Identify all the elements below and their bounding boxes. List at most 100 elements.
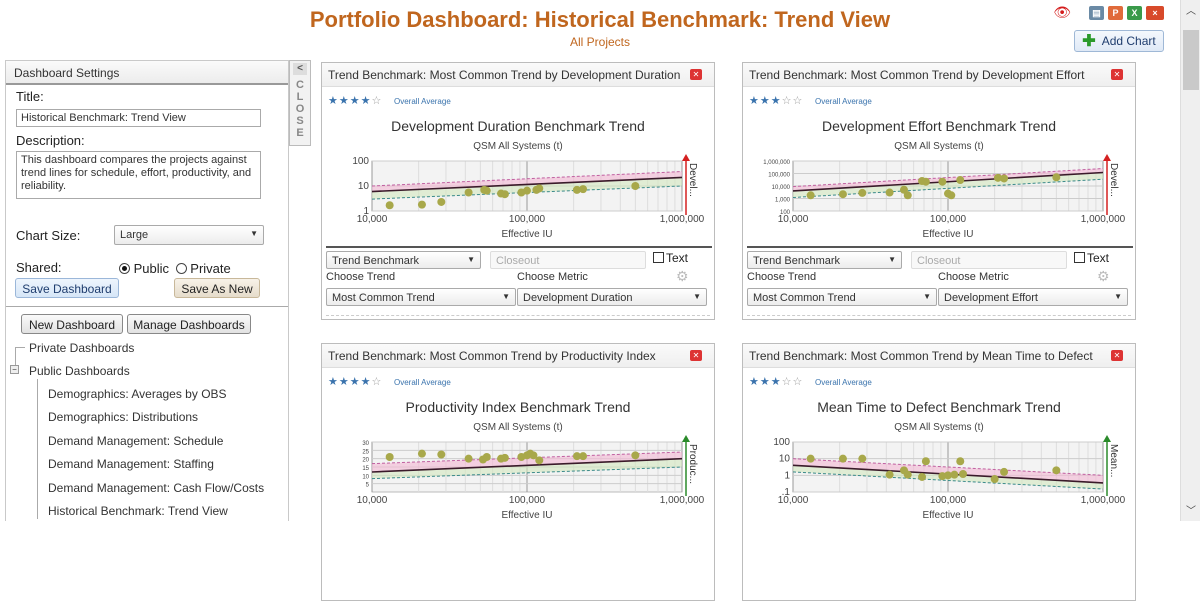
text-checkbox-label: Text [1087,251,1110,265]
title-input[interactable]: Historical Benchmark: Trend View [16,109,261,127]
y-tick-label: 15 [362,466,369,472]
chart-title: Mean Time to Defect Benchmark Trend [817,399,1061,415]
tree-item[interactable]: Demand Management: Staffing [48,457,214,471]
close-panel-icon[interactable]: ✕ [1111,69,1123,80]
project-marker-arrow [682,435,690,442]
description-textarea[interactable]: This dashboard compares the projects aga… [16,151,261,199]
public-radio[interactable] [119,263,130,274]
private-radio[interactable] [175,263,187,274]
star-filled-icon: ★ [770,95,782,107]
x-tick-label: 10,000 [778,495,809,506]
rating-stars: ★★★★☆ [328,375,382,388]
close-icon[interactable]: × [1146,5,1164,20]
data-point [464,454,473,463]
data-point [858,454,867,463]
star-filled-icon: ★ [328,376,339,388]
excel-icon[interactable]: X [1127,5,1142,20]
phase-select[interactable]: Closeout [911,251,1067,269]
data-point [1052,466,1061,475]
page-subtitle: All Projects [569,35,631,49]
tree-item[interactable]: Demographics: Distributions [48,410,198,424]
scroll-down-icon[interactable]: ﹀ [1181,502,1200,517]
text-checkbox[interactable] [1074,252,1085,263]
data-point [921,457,930,466]
data-point [417,449,426,458]
tree-item[interactable]: Historical Benchmark: Trend View [48,504,228,518]
chart-subtitle: QSM All Systems (t) [894,141,984,152]
project-marker-arrow [682,154,690,161]
chart-type-select[interactable]: Trend Benchmark ▼ [747,251,902,269]
tree-item-public-dashboards[interactable]: Public Dashboards [29,364,130,378]
manage-dashboards-button[interactable]: Manage Dashboards [127,314,251,334]
data-point [535,184,544,193]
hide-eye-icon[interactable]: 👁 [1053,4,1071,21]
tree-item-private-dashboards[interactable]: Private Dashboards [29,341,134,355]
phase-select[interactable]: Closeout [490,251,646,269]
tree-item[interactable]: Demand Management: Cash Flow/Costs [48,481,264,495]
rating-label[interactable]: Overall Average [815,378,872,387]
tree-item[interactable]: Demand Management: Schedule [48,434,223,448]
add-chart-button[interactable]: ✚ Add Chart [1074,30,1164,52]
y-tick-label: 25 [362,449,369,455]
metric-value: Development Effort [944,292,1038,304]
star-filled-icon: ★ [349,376,361,388]
project-marker-arrow [1103,154,1111,161]
close-panel-icon[interactable]: ✕ [690,69,702,80]
vertical-scrollbar[interactable]: ︿ ﹀ [1180,0,1200,521]
scroll-up-icon[interactable]: ︿ [1181,2,1200,17]
chart-panel: Trend Benchmark: Most Common Trend by De… [321,62,715,320]
data-point [938,177,947,186]
data-point [918,472,927,481]
chart-controls: Trend Benchmark ▼ Closeout Text Choose Tr… [326,246,712,316]
save-dashboard-button[interactable]: Save Dashboard [15,278,119,298]
star-filled-icon: ★ [360,95,372,107]
x-axis-label: Effective IU [923,229,974,240]
divider [6,306,288,307]
close-panel-icon[interactable]: ✕ [1111,350,1123,361]
close-panel-icon[interactable]: ✕ [690,350,702,361]
chart-type-select[interactable]: Trend Benchmark ▼ [326,251,481,269]
scrollbar-thumb[interactable] [1183,30,1199,90]
chart-plot: .1110100Mean...10,000 100,000 1,000,000Eff… [773,435,1126,521]
rating-label[interactable]: Overall Average [394,378,451,387]
tree-item[interactable]: Demographics: Averages by OBS [48,387,227,401]
new-dashboard-button[interactable]: New Dashboard [21,314,123,334]
y-tick-label: 20 [362,458,369,464]
chart-plot: 110100Devel...10,000 100,000 1,000,000Effe… [352,154,705,240]
dashboard-settings-header: Dashboard Settings [6,61,288,85]
chart-size-label: Chart Size: [16,228,81,243]
close-sidebar-tab[interactable]: < CLOSE [289,60,311,146]
chart-subtitle: QSM All Systems (t) [473,141,563,152]
powerpoint-icon[interactable]: P [1108,5,1123,20]
gear-icon[interactable]: ⚙ [676,268,689,285]
chart-size-select[interactable]: Large ▼ [114,225,264,245]
y-tick-label: 30 [362,441,369,447]
print-icon[interactable]: ▤ [1089,5,1104,20]
data-point [464,188,473,197]
panel-header: Trend Benchmark: Most Common Trend by De… [322,63,714,87]
x-tick-label: 1,000,000 [1081,214,1126,225]
rating-label[interactable]: Overall Average [394,97,451,106]
data-point [947,191,956,200]
divider [747,315,1131,316]
metric-select[interactable]: Development Effort ▼ [938,288,1128,306]
rating-label[interactable]: Overall Average [815,97,872,106]
panel-title: Trend Benchmark: Most Common Trend by De… [328,68,681,82]
trend-select[interactable]: Most Common Trend ▼ [326,288,516,306]
data-point [838,190,847,199]
x-tick-label: 1,000,000 [660,495,705,506]
trend-select[interactable]: Most Common Trend ▼ [747,288,937,306]
data-point [500,453,509,462]
x-axis-label: Effective IU [923,510,974,521]
data-point [959,470,968,479]
text-checkbox[interactable] [653,252,664,263]
data-point [956,457,965,466]
x-tick-label: 10,000 [357,495,388,506]
gear-icon[interactable]: ⚙ [1097,268,1110,285]
save-as-new-button[interactable]: Save As New [174,278,260,298]
metric-select[interactable]: Development Duration ▼ [517,288,707,306]
chart-title: Development Effort Benchmark Trend [822,118,1056,134]
data-point [1000,467,1009,476]
data-point [990,475,999,484]
collapse-icon[interactable]: − [10,365,19,374]
